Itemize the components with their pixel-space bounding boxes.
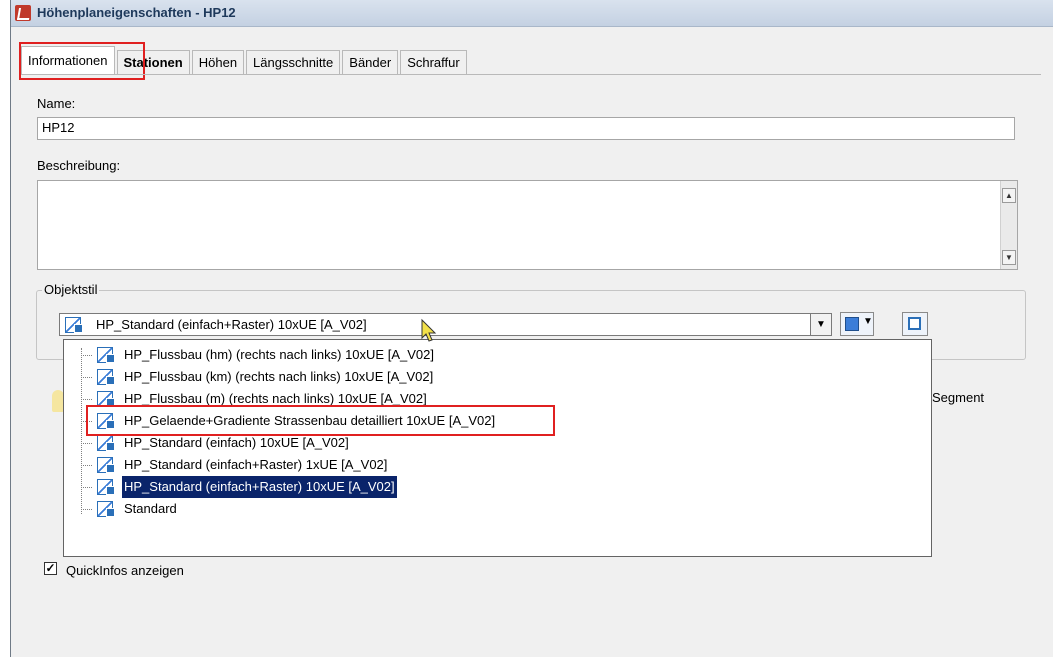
combo-value: HP_Standard (einfach+Raster) 10xUE [A_V0… (96, 317, 367, 332)
style-icon (96, 368, 118, 386)
name-label: Name: (37, 96, 76, 111)
objektstil-label: Objektstil (42, 282, 100, 297)
chevron-down-icon[interactable]: ▼ (810, 314, 831, 335)
segment-label: Segment (932, 390, 985, 405)
app-icon (15, 5, 31, 21)
list-item-label: HP_Standard (einfach+Raster) 1xUE [A_V02… (124, 457, 388, 472)
quickinfo-checkbox[interactable]: ✓ (44, 562, 57, 575)
list-item-label: HP_Flussbau (hm) (rechts nach links) 10x… (124, 347, 434, 362)
tab-baender[interactable]: Bänder (342, 50, 399, 74)
style-icon (64, 316, 86, 334)
description-label: Beschreibung: (37, 158, 121, 173)
tab-panel-border (21, 74, 1041, 75)
description-input[interactable]: ▲ ▼ (37, 180, 1018, 270)
objektstil-combobox[interactable]: HP_Standard (einfach+Raster) 10xUE [A_V0… (59, 313, 832, 336)
style-icon (96, 346, 118, 364)
tree-branch (81, 377, 92, 378)
tab-hoehen[interactable]: Höhen (191, 50, 245, 74)
style-icon (96, 478, 118, 496)
item-highlight-box (86, 405, 555, 436)
style-icon (96, 456, 118, 474)
style-icon (96, 434, 118, 452)
description-scrollbar[interactable]: ▲ ▼ (1000, 181, 1017, 269)
edit-icon (845, 317, 859, 331)
magnifier-icon (908, 317, 921, 330)
tree-line (81, 348, 82, 514)
scroll-down-icon[interactable]: ▼ (1002, 250, 1016, 265)
style-icon (96, 500, 118, 518)
tree-branch (81, 465, 92, 466)
objektstil-dropdown-list[interactable]: HP_Flussbau (hm) (rechts nach links) 10x… (63, 339, 932, 557)
scroll-up-icon[interactable]: ▲ (1002, 188, 1016, 203)
edit-style-button[interactable]: ▼ (840, 312, 874, 336)
tab-schraffur[interactable]: Schraffur (400, 50, 467, 74)
tree-branch (81, 487, 92, 488)
list-item-label: Standard (124, 501, 177, 516)
name-input[interactable]: HP12 (37, 117, 1015, 140)
title-bar[interactable]: Höhenplaneigenschaften - HP12 (11, 0, 1053, 27)
window-title: Höhenplaneigenschaften - HP12 (37, 5, 236, 20)
chevron-down-icon: ▼ (863, 316, 873, 327)
tree-branch (81, 355, 92, 356)
tree-branch (81, 443, 92, 444)
tree-branch (81, 399, 92, 400)
tree-branch (81, 509, 92, 510)
list-item-label: HP_Standard (einfach+Raster) 10xUE [A_V0… (121, 475, 398, 499)
list-item-label: HP_Flussbau (km) (rechts nach links) 10x… (124, 369, 434, 384)
cursor-icon (421, 318, 437, 342)
tab-laengsschnitte[interactable]: Längsschnitte (246, 50, 341, 74)
preview-style-button[interactable] (902, 312, 928, 336)
quickinfo-label: QuickInfos anzeigen (66, 563, 184, 578)
